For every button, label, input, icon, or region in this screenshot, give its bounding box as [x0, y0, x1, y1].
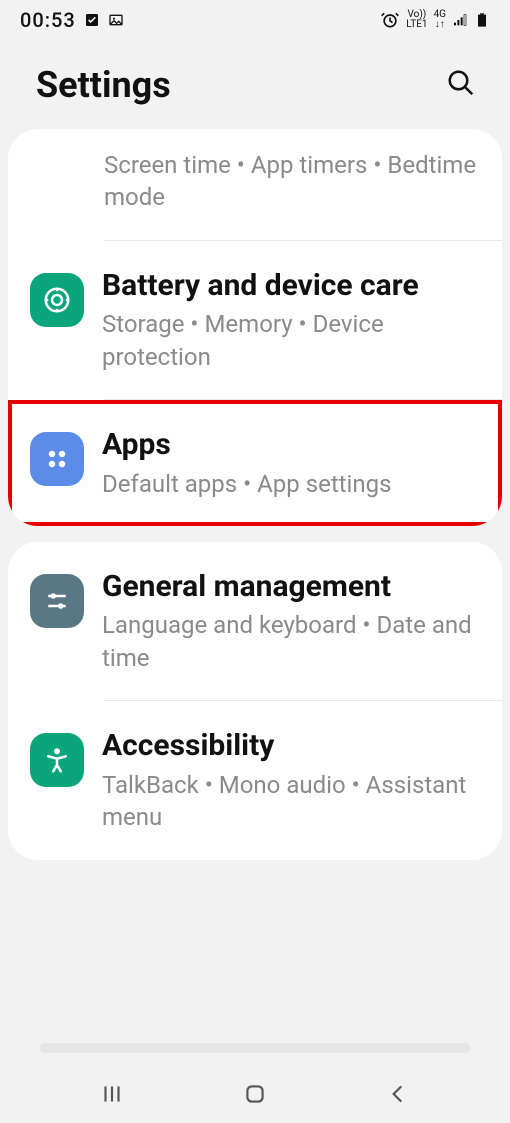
apps-icon	[30, 432, 84, 486]
status-right: Vo))LTE1 4G↓↑	[380, 10, 490, 30]
search-icon	[446, 68, 476, 98]
status-left: 00:53	[20, 8, 124, 32]
setting-item-device-care[interactable]: Battery and device care Storage • Memory…	[8, 241, 502, 399]
home-icon	[242, 1081, 268, 1107]
device-care-icon	[30, 273, 84, 327]
navigation-bar	[0, 1067, 510, 1123]
battery-icon	[474, 12, 490, 28]
alarm-icon	[380, 10, 400, 30]
setting-item-apps[interactable]: Apps Default apps • App settings	[8, 400, 502, 526]
recents-button[interactable]	[79, 1071, 145, 1120]
setting-subtitle: TalkBack • Mono audio • Assistant menu	[102, 769, 480, 834]
setting-title: General management	[102, 568, 480, 606]
header: Settings	[0, 40, 510, 125]
image-icon	[108, 12, 124, 28]
scroll-indicator	[40, 1043, 470, 1053]
setting-subtitle: Screen time • App timers • Bedtime mode	[104, 149, 480, 214]
setting-item-accessibility[interactable]: Accessibility TalkBack • Mono audio • As…	[8, 701, 502, 859]
setting-subtitle: Default apps • App settings	[102, 468, 480, 500]
network-type: 4G↓↑	[434, 10, 446, 30]
setting-title: Battery and device care	[102, 267, 480, 305]
search-button[interactable]	[440, 62, 482, 107]
accessibility-icon	[30, 733, 84, 787]
volte-indicator: Vo))LTE1	[406, 10, 427, 30]
signal-icon	[452, 12, 468, 28]
settings-group-1: Screen time • App timers • Bedtime mode …	[8, 129, 502, 526]
setting-title: Apps	[102, 426, 480, 464]
setting-item-digital-wellbeing[interactable]: Screen time • App timers • Bedtime mode	[8, 129, 502, 240]
setting-title: Accessibility	[102, 727, 480, 765]
back-icon	[385, 1081, 411, 1107]
status-time: 00:53	[20, 8, 76, 32]
setting-subtitle: Language and keyboard • Date and time	[102, 609, 480, 674]
setting-item-general-management[interactable]: General management Language and keyboard…	[8, 542, 502, 700]
page-title: Settings	[36, 64, 171, 106]
recents-icon	[99, 1081, 125, 1107]
general-management-icon	[30, 574, 84, 628]
back-button[interactable]	[365, 1071, 431, 1120]
status-bar: 00:53 Vo))LTE1 4G↓↑	[0, 0, 510, 40]
home-button[interactable]	[222, 1071, 288, 1120]
setting-subtitle: Storage • Memory • Device protection	[102, 308, 480, 373]
checkbox-icon	[84, 12, 100, 28]
settings-group-2: General management Language and keyboard…	[8, 542, 502, 860]
